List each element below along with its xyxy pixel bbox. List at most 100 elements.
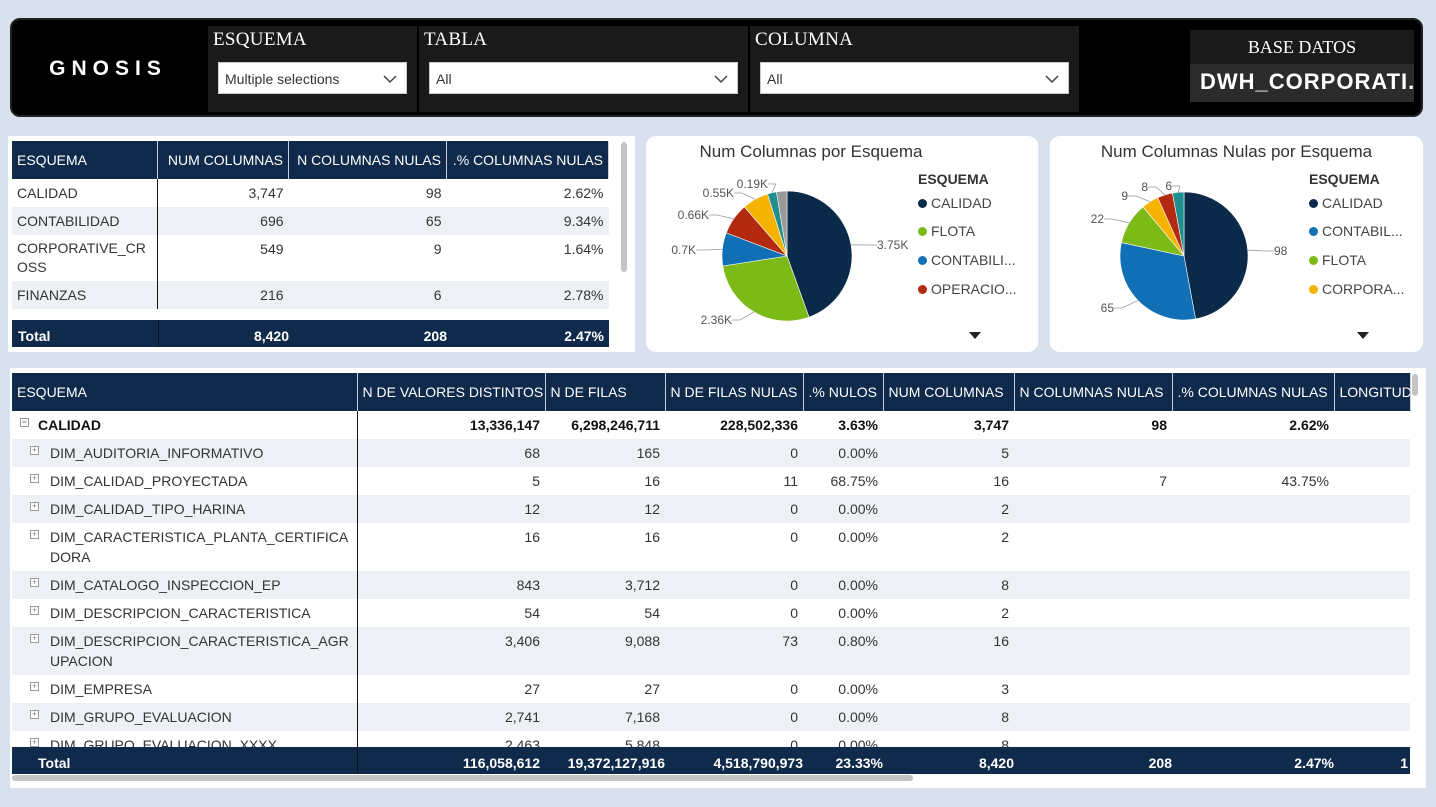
table-cell	[1172, 439, 1334, 467]
slicer-tabla-dropdown[interactable]: All	[429, 62, 738, 94]
column-header[interactable]: N DE FILAS	[545, 373, 666, 411]
table-row[interactable]: FINANZAS 216 6 2.78%	[12, 281, 609, 309]
legend-item[interactable]: CALIDAD	[918, 195, 992, 211]
vertical-scrollbar[interactable]	[621, 142, 627, 272]
legend-item[interactable]: CONTABILI...	[918, 252, 1016, 268]
legend-dot-icon	[1309, 256, 1318, 265]
table-cell: 843	[357, 571, 545, 599]
slicer-tabla-value: All	[436, 71, 452, 87]
column-header[interactable]: LONGITUD	[1334, 373, 1411, 411]
column-header[interactable]: ESQUEMA	[12, 373, 358, 411]
table-row[interactable]: CORPORATIVE_CROSS 549 9 1.64%	[12, 235, 609, 281]
table-cell: 228,502,336	[720, 417, 798, 433]
pie-chart-num-columnas: Num Columnas por Esquema 3.75K 2.36K 0.7K 0…	[646, 136, 1038, 352]
expand-icon[interactable]: +	[30, 446, 39, 455]
column-header[interactable]: .% COLUMNAS NULAS	[1172, 373, 1335, 411]
legend-item[interactable]: CORPORA...	[1309, 281, 1404, 297]
table-cell: 5	[532, 473, 540, 489]
pie-data-label: 22	[1091, 212, 1105, 226]
slicer-columna-label: COLUMNA	[755, 29, 854, 50]
legend-item[interactable]: FLOTA	[1309, 252, 1366, 268]
chevron-down-icon	[1045, 75, 1059, 84]
table-row[interactable]: + DIM_CALIDAD_TIPO_HARINA 12 12 0 0.00% 2	[12, 495, 1410, 523]
legend-item[interactable]: CALIDAD	[1309, 195, 1383, 211]
table-row[interactable]: + DIM_DESCRIPCION_CARACTERISTICA_AGRUPACI…	[12, 627, 1410, 675]
slicer-columna: COLUMNA All	[750, 26, 1079, 112]
slicer-esquema-dropdown[interactable]: Multiple selections	[218, 62, 407, 94]
table-cell: 68.75%	[830, 473, 878, 489]
pie-leader-line	[696, 248, 723, 251]
table-cell: 6,298,246,711	[571, 417, 660, 433]
expand-icon[interactable]: +	[30, 606, 39, 615]
pie-data-label: 65	[1101, 301, 1115, 315]
legend-scroll-down-icon[interactable]	[1357, 332, 1369, 339]
expand-icon[interactable]: +	[30, 738, 39, 747]
table-cell: 2.62%	[563, 185, 604, 201]
pie-data-label: 8	[1141, 180, 1148, 194]
vertical-scrollbar[interactable]	[1412, 374, 1418, 396]
table-cell: 1.64%	[563, 241, 604, 257]
expand-icon[interactable]: +	[30, 634, 39, 643]
table-row[interactable]: CALIDAD 3,747 98 2.62%	[12, 179, 609, 207]
table-row[interactable]: CONTABILIDAD 696 65 9.34%	[12, 207, 609, 235]
table-cell: 9.34%	[446, 207, 609, 235]
table-row[interactable]: + DIM_EMPRESA 27 27 0 0.00% 3	[12, 675, 1410, 703]
row-label-text: CALIDAD	[38, 417, 101, 433]
expand-icon[interactable]: +	[30, 502, 39, 511]
table-cell: 16	[883, 627, 1014, 675]
column-header[interactable]: N COLUMNAS NULAS	[288, 141, 447, 179]
table-cell: 0	[790, 529, 798, 545]
expand-icon[interactable]: +	[30, 474, 39, 483]
slicer-columna-dropdown[interactable]: All	[760, 62, 1069, 94]
table-row[interactable]: + DIM_GRUPO_EVALUACION 2,741 7,168 0 0.00% 8	[12, 703, 1410, 731]
table-row[interactable]: + DIM_DESCRIPCION_CARACTERISTICA 54 54 0 0.00…	[12, 599, 1410, 627]
legend-scroll-down-icon[interactable]	[969, 332, 981, 339]
base-datos-label: BASE DATOS	[1247, 37, 1357, 57]
expand-icon[interactable]: +	[30, 530, 39, 539]
pie-leader-line	[768, 183, 777, 193]
column-header[interactable]: NUM COLUMNAS	[157, 141, 290, 179]
row-label: + DIM_AUDITORIA_INFORMATIVO	[12, 439, 358, 467]
row-label-text: DIM_EMPRESA	[50, 681, 152, 697]
column-header[interactable]: .% NULOS	[803, 373, 884, 411]
slicer-esquema-label: ESQUEMA	[213, 29, 307, 50]
table-cell	[1014, 703, 1172, 731]
table-row[interactable]: + DIM_CATALOGO_INSPECCION_EP 843 3,712 0 0.00…	[12, 571, 1410, 599]
legend-dot-icon	[1309, 199, 1318, 208]
row-label: + DIM_CATALOGO_INSPECCION_EP	[12, 571, 358, 599]
pie-slice[interactable]	[1183, 191, 1249, 320]
table-cell: 16	[993, 473, 1009, 489]
table-cell: 0	[665, 439, 803, 467]
expand-icon[interactable]: +	[30, 710, 39, 719]
group-row[interactable]: − CALIDAD 13,336,147 6,298,246,711 228,502,3…	[12, 411, 1410, 439]
pie-leader-line	[1172, 185, 1181, 193]
total-cell: 116,058,612	[462, 755, 540, 771]
detail-matrix: ESQUEMA N DE VALORES DISTINTOS N DE FILAS N…	[12, 373, 1411, 759]
table-cell	[1334, 675, 1410, 703]
summary-table-header: ESQUEMA NUM COLUMNAS N COLUMNAS NULAS .%…	[12, 141, 610, 179]
expand-icon[interactable]: +	[30, 682, 39, 691]
table-row[interactable]: + DIM_AUDITORIA_INFORMATIVO 68 165 0 0.00% 5	[12, 439, 1410, 467]
legend-item[interactable]: OPERACIO...	[918, 281, 1017, 297]
horizontal-scrollbar[interactable]	[12, 775, 913, 781]
expand-icon[interactable]: +	[30, 578, 39, 587]
table-row[interactable]: + DIM_CALIDAD_PROYECTADA 5 16 11 68.75% 16 7 43.…	[12, 467, 1410, 495]
column-header[interactable]: N DE VALORES DISTINTOS	[357, 373, 546, 411]
table-cell: 98	[425, 185, 442, 201]
column-header[interactable]: NUM COLUMNAS	[883, 373, 1015, 411]
legend-item[interactable]: CONTABIL...	[1309, 223, 1403, 239]
table-cell: 0.00%	[838, 529, 878, 545]
legend-dot-icon	[918, 227, 927, 236]
table-row[interactable]: + DIM_CARACTERISTICA_PLANTA_CERTIFICADORA…	[12, 523, 1410, 571]
column-header[interactable]: ESQUEMA	[12, 141, 159, 179]
column-header[interactable]: N COLUMNAS NULAS	[1014, 373, 1173, 411]
column-header[interactable]: N DE FILAS NULAS	[665, 373, 804, 411]
collapse-icon[interactable]: −	[20, 418, 29, 427]
table-cell	[1334, 439, 1410, 467]
table-cell: 0.00%	[838, 605, 878, 621]
column-header[interactable]: .% COLUMNAS NULAS	[446, 141, 610, 179]
summary-table-panel: ESQUEMA NUM COLUMNAS N COLUMNAS NULAS .%…	[8, 136, 635, 352]
legend-item[interactable]: FLOTA	[918, 223, 975, 239]
pie-data-label: 98	[1274, 244, 1288, 258]
pie-leader-line	[1114, 300, 1139, 309]
